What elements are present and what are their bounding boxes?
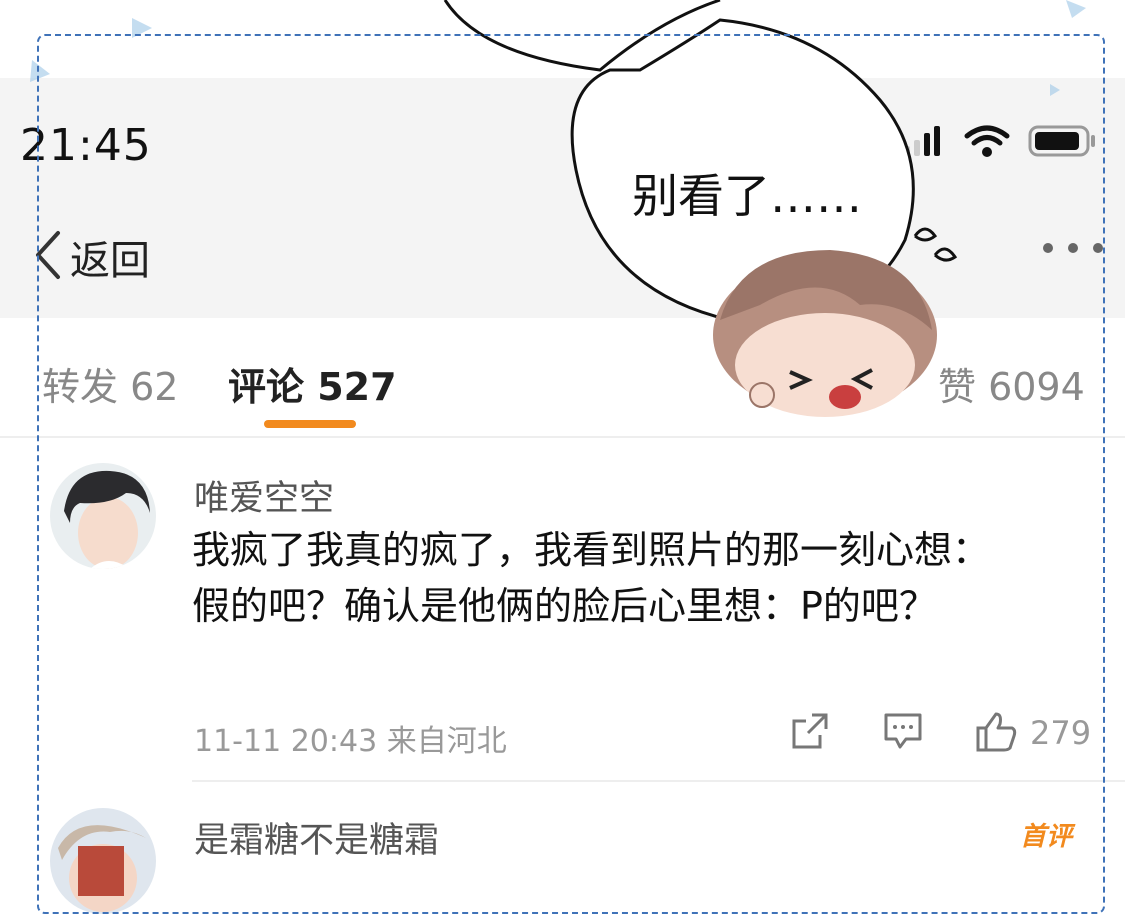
speech-bubble-text: 别看了…… <box>632 169 862 223</box>
speech-bubble-illustration <box>30 0 1086 417</box>
